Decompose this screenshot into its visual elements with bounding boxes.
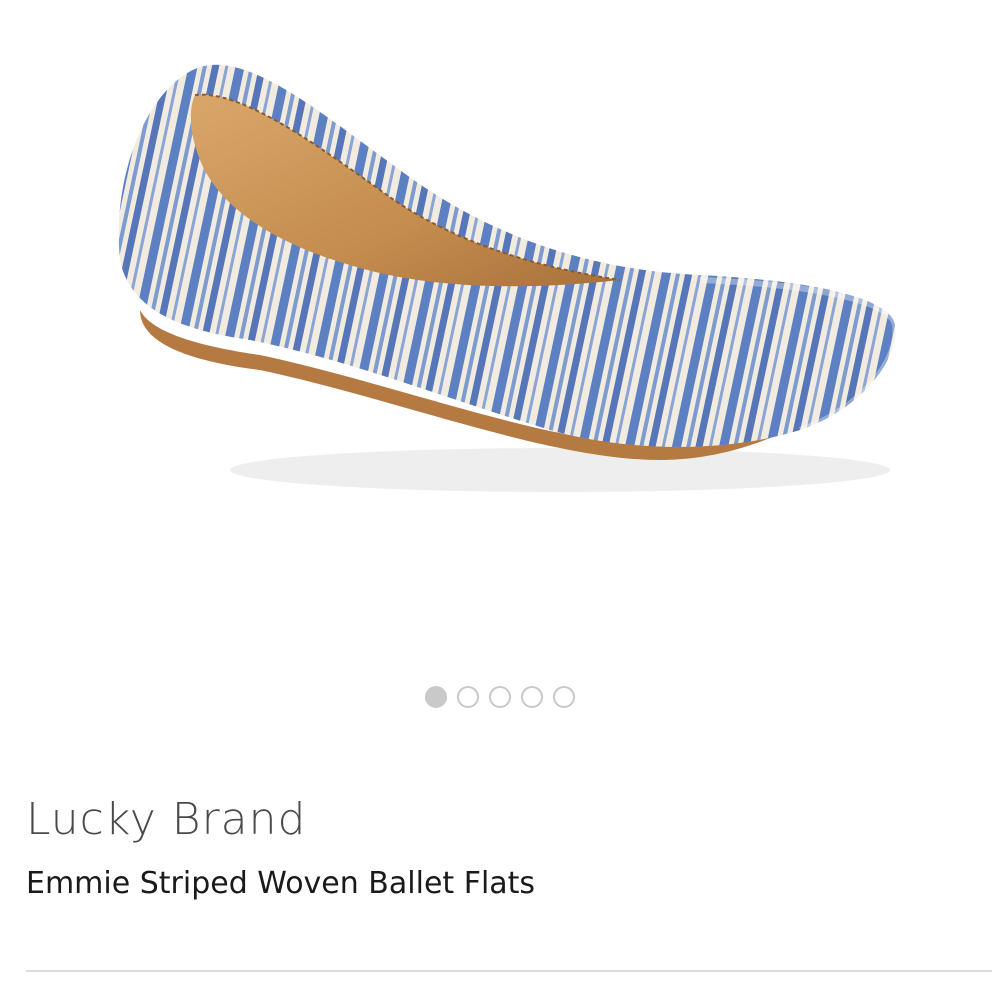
carousel-dot-3[interactable]: [489, 686, 511, 708]
carousel-dot-4[interactable]: [521, 686, 543, 708]
product-image[interactable]: [100, 40, 920, 540]
product-title: Emmie Striped Woven Ballet Flats: [26, 866, 536, 901]
divider: [26, 970, 992, 972]
carousel-dot-2[interactable]: [457, 686, 479, 708]
carousel-dot-5[interactable]: [553, 686, 575, 708]
carousel-dot-1[interactable]: [425, 686, 447, 708]
brand-name[interactable]: Lucky Brand: [26, 794, 306, 845]
ballet-flat-image: [118, 64, 899, 492]
image-carousel-indicators: [0, 686, 1000, 714]
